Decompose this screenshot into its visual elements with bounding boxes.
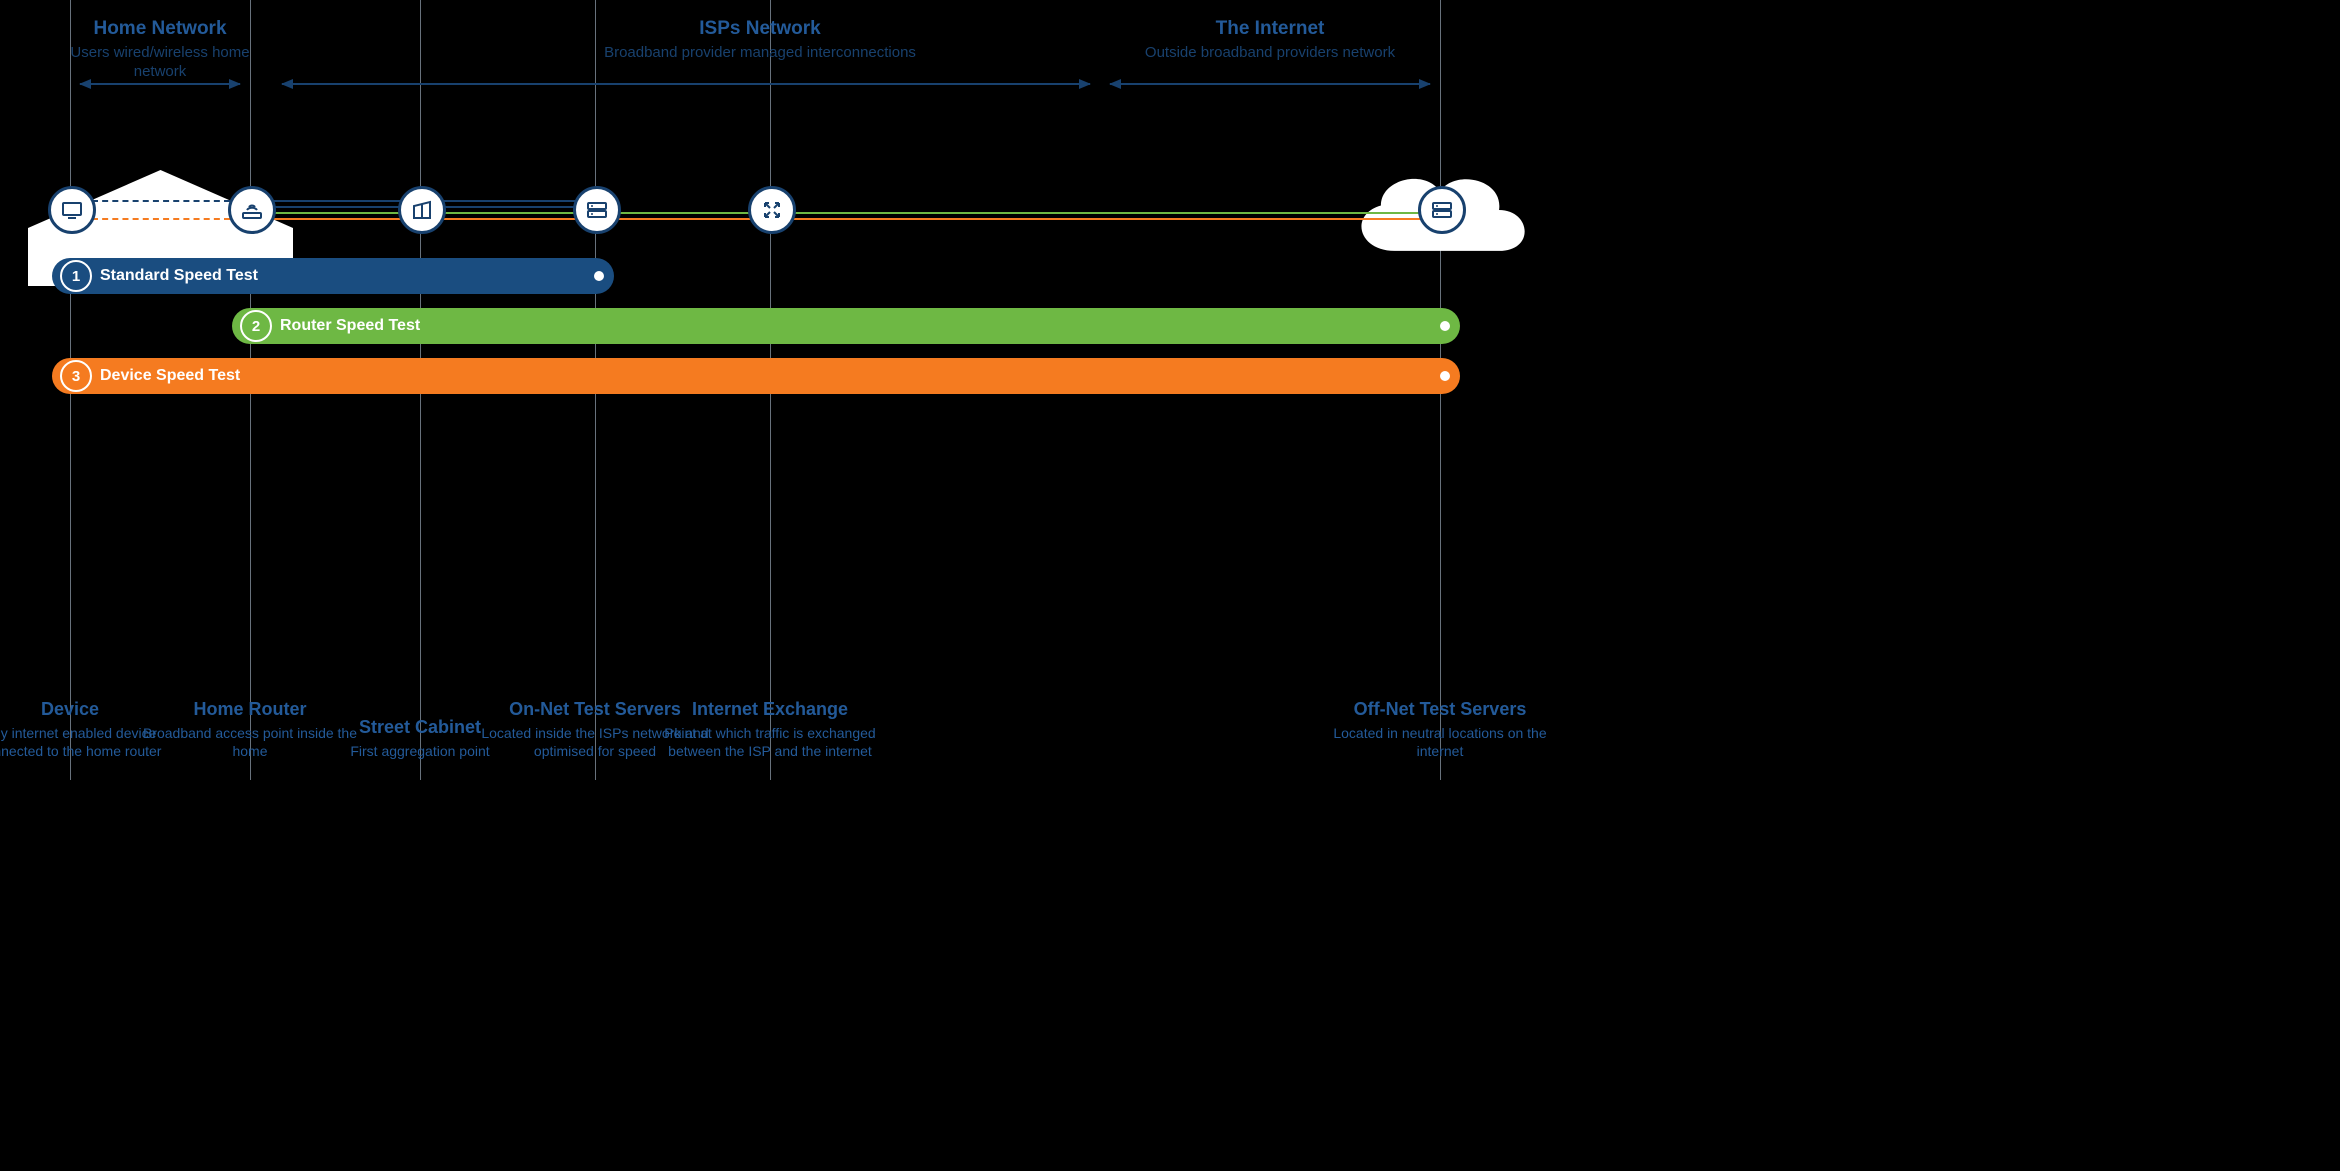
label-offnet: Off-Net Test Servers Located in neutral … xyxy=(1325,699,1555,760)
exchange-icon xyxy=(748,186,796,234)
track-orange xyxy=(270,218,1442,220)
offnet-server-icon xyxy=(1418,186,1466,234)
bar-device-num: 3 xyxy=(60,360,92,392)
track-dashed-blue xyxy=(92,200,230,204)
zone-home-title: Home Network xyxy=(70,18,250,41)
bar-standard: 1 Standard Speed Test xyxy=(52,258,614,294)
zone-internet-title: The Internet xyxy=(1100,18,1440,41)
onnet-server-icon xyxy=(573,186,621,234)
bar-dot-icon xyxy=(594,271,604,281)
zone-arrow-home xyxy=(80,83,240,85)
zone-isp-desc: Broadband provider managed interconnecti… xyxy=(420,43,1100,63)
network-diagram: Home Network Users wired/wireless home n… xyxy=(0,0,1560,780)
bar-standard-label: Standard Speed Test xyxy=(100,267,258,285)
bar-standard-num: 1 xyxy=(60,260,92,292)
bar-device-label: Device Speed Test xyxy=(100,367,240,385)
bar-router-num: 2 xyxy=(240,310,272,342)
label-offnet-desc: Located in neutral locations on the inte… xyxy=(1325,724,1555,760)
label-offnet-title: Off-Net Test Servers xyxy=(1325,699,1555,720)
bar-dot-icon xyxy=(1440,371,1450,381)
label-exchange-desc: Point at which traffic is exchanged betw… xyxy=(655,724,885,760)
track-dashed-orange xyxy=(92,218,230,222)
router-icon xyxy=(228,186,276,234)
zone-isp-title: ISPs Network xyxy=(420,18,1100,41)
device-icon xyxy=(48,186,96,234)
bar-router-label: Router Speed Test xyxy=(280,317,420,335)
zone-isp: ISPs Network Broadband provider managed … xyxy=(420,18,1100,62)
bar-router: 2 Router Speed Test xyxy=(232,308,1460,344)
zone-internet: The Internet Outside broadband providers… xyxy=(1100,18,1440,62)
cabinet-icon xyxy=(398,186,446,234)
zone-arrow-internet xyxy=(1110,83,1430,85)
label-exchange: Internet Exchange Point at which traffic… xyxy=(655,699,885,760)
zone-arrow-isp xyxy=(282,83,1090,85)
zone-internet-desc: Outside broadband providers network xyxy=(1100,43,1440,63)
bar-device: 3 Device Speed Test xyxy=(52,358,1460,394)
zone-home-desc: Users wired/wireless home network xyxy=(70,43,250,82)
bar-dot-icon xyxy=(1440,321,1450,331)
label-exchange-title: Internet Exchange xyxy=(655,699,885,720)
zone-home: Home Network Users wired/wireless home n… xyxy=(70,18,250,82)
